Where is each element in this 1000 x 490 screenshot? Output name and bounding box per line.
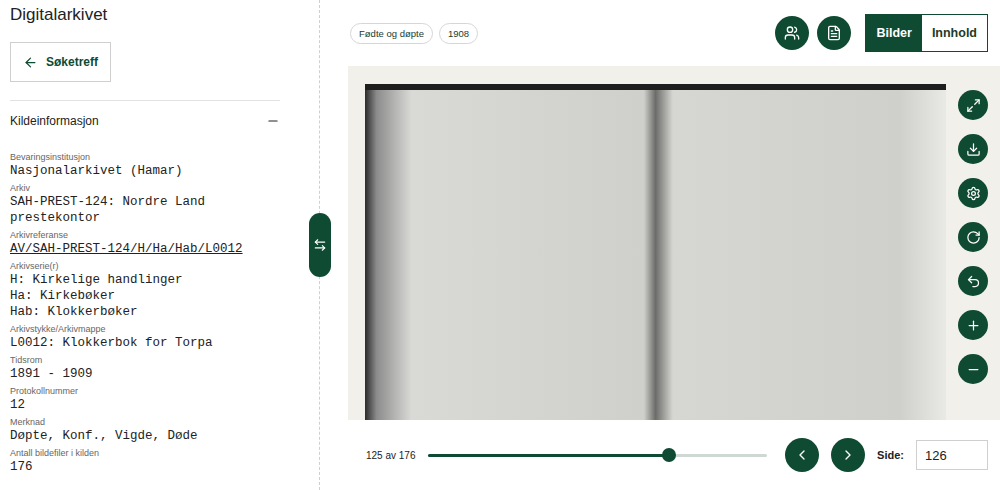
expand-icon: [966, 98, 981, 113]
info-field: Tidsrom1891 - 1909: [10, 354, 280, 382]
site-title: Digitalarkivet: [10, 4, 280, 26]
arrow-left-icon: [23, 55, 38, 70]
resize-handle[interactable]: [309, 213, 331, 277]
field-label: Antall bildefiler i kilden: [10, 447, 280, 459]
field-value: Hab: Klokkerbøker: [10, 304, 280, 320]
zoom-in-button[interactable]: [958, 310, 988, 340]
chip: Fødte og døpte: [350, 23, 433, 44]
field-label: Protokollnummer: [10, 385, 280, 397]
field-value: L0012: Klokkerbok for Torpa: [10, 335, 280, 351]
download-button[interactable]: [958, 134, 988, 164]
field-value: Nasjonalarkivet (Hamar): [10, 163, 280, 179]
persons-icon: [784, 25, 800, 41]
section-header[interactable]: Kildeinformasjon: [10, 109, 280, 133]
field-value: 176: [10, 459, 280, 475]
field-link[interactable]: AV/SAH-PREST-124/H/Ha/Hab/L0012: [10, 241, 280, 257]
chip: 1908: [439, 23, 478, 44]
collapse-icon: [266, 114, 280, 128]
undo-icon: [966, 274, 981, 289]
field-value: Døpte, Konf., Vigde, Døde: [10, 428, 280, 444]
app: Digitalarkivet Søketreff Kildeinformasjon B…: [0, 0, 1000, 490]
field-value: H: Kirkelige handlinger: [10, 272, 280, 288]
plus-icon: [966, 318, 981, 333]
page-input[interactable]: [916, 440, 988, 470]
rotate-icon: [966, 230, 981, 245]
divider: [10, 100, 280, 101]
viewer-panel: Fødte og døpte 1908 BilderInnhold 125 av 17…: [350, 0, 1000, 490]
info-field: BevaringsinstitusjonNasjonalarkivet (Ham…: [10, 151, 280, 179]
back-button[interactable]: Søketreff: [10, 42, 111, 82]
field-label: Arkivserie(r): [10, 260, 280, 272]
info-field: ArkivreferanseAV/SAH-PREST-124/H/Ha/Hab/…: [10, 229, 280, 257]
field-label: Merknad: [10, 416, 280, 428]
previous-button[interactable]: [785, 438, 819, 472]
info-field: Protokollnummer12: [10, 385, 280, 413]
page-slider[interactable]: [428, 454, 768, 457]
image-viewer: [348, 66, 1000, 420]
field-label: Tidsrom: [10, 354, 280, 366]
field-value: 12: [10, 397, 280, 413]
info-field: Arkivserie(r)H: Kirkelige handlingerHa: …: [10, 260, 280, 320]
zoom-out-button[interactable]: [958, 354, 988, 384]
document-icon: [826, 25, 842, 41]
info-field: Antall bildefiler i kilden176: [10, 447, 280, 475]
info-field: MerknadDøpte, Konf., Vigde, Døde: [10, 416, 280, 444]
sidebar: Digitalarkivet Søketreff Kildeinformasjon B…: [0, 0, 290, 490]
chevron-left-icon: [794, 447, 810, 463]
field-value: Ha: Kirkebøker: [10, 288, 280, 304]
field-label: Arkiv: [10, 182, 280, 194]
field-label: Bevaringsinstitusjon: [10, 151, 280, 163]
chevron-right-icon: [840, 447, 856, 463]
field-label: Arkivstykke/Arkivmappe: [10, 323, 280, 335]
rotate-button[interactable]: [958, 222, 988, 252]
expand-button[interactable]: [958, 90, 988, 120]
undo-button[interactable]: [958, 266, 988, 296]
download-icon: [966, 142, 981, 157]
scanned-page[interactable]: [365, 84, 946, 420]
persons-button[interactable]: [775, 16, 809, 50]
slider-fill: [428, 454, 669, 457]
minus-icon: [966, 362, 981, 377]
arrows-icon: [313, 238, 327, 252]
field-value: SAH-PREST-124: Nordre Land prestekontor: [10, 194, 280, 226]
view-toggle-option[interactable]: Innhold: [922, 15, 987, 51]
page-position: 125 av 176: [366, 450, 416, 461]
info-field: ArkivSAH-PREST-124: Nordre Land presteko…: [10, 182, 280, 226]
document-button[interactable]: [817, 16, 851, 50]
panel-divider[interactable]: [290, 0, 350, 490]
page-label: Side:: [877, 449, 904, 461]
next-button[interactable]: [831, 438, 865, 472]
viewer-tools: [946, 84, 1000, 420]
field-value: 1891 - 1909: [10, 366, 280, 382]
field-label: Arkivreferanse: [10, 229, 280, 241]
gear-icon: [966, 186, 981, 201]
slider-thumb[interactable]: [662, 448, 676, 462]
toolbar-actions: BilderInnhold: [775, 14, 988, 52]
pager: 125 av 176 Side:: [350, 420, 1000, 490]
view-toggle-option[interactable]: Bilder: [866, 15, 921, 51]
view-toggle: BilderInnhold: [865, 14, 988, 52]
settings-button[interactable]: [958, 178, 988, 208]
toolbar: Fødte og døpte 1908 BilderInnhold: [350, 0, 1000, 66]
chip-list: Fødte og døpte 1908: [350, 23, 478, 44]
info-field: Arkivstykke/ArkivmappeL0012: Klokkerbok …: [10, 323, 280, 351]
